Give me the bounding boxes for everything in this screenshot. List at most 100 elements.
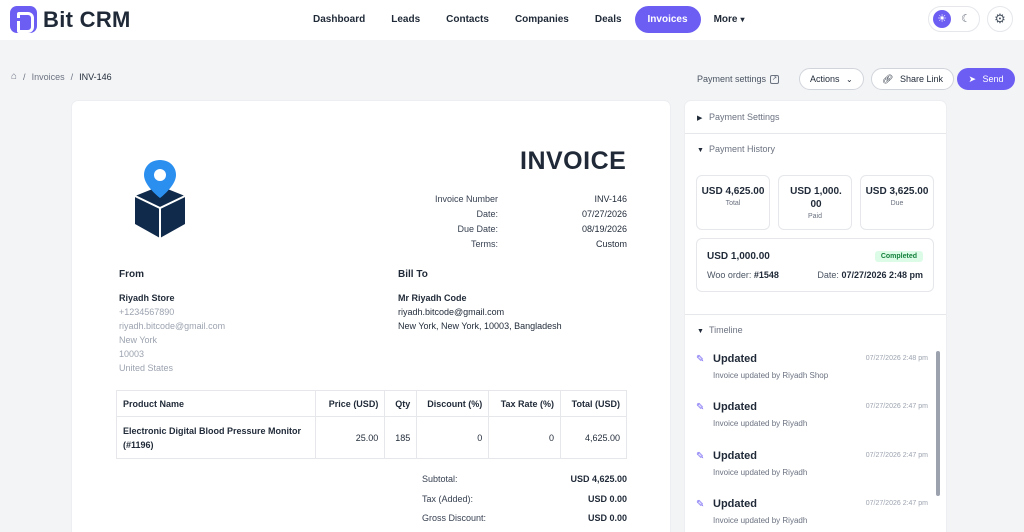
external-link-icon: ↗	[770, 74, 780, 84]
nav-more[interactable]: More ▾	[701, 6, 758, 33]
timeline-item-title: Updated	[713, 401, 757, 413]
stat-paid: USD 1,000.00 Paid	[778, 175, 852, 230]
item-discount: 0	[416, 416, 490, 459]
payment-date: Date: 07/27/2026 2:48 pm	[817, 270, 923, 280]
share-link-button[interactable]: 🔗︎ Share Link	[871, 68, 954, 90]
tax-value: USD 0.00	[587, 493, 627, 504]
side-panel: ▶ Payment Settings ▼ Payment History USD 4…	[685, 101, 946, 532]
breadcrumb-invoices[interactable]: Invoices	[32, 72, 65, 82]
actions-label: Actions	[810, 74, 840, 84]
payment-record: USD 1,000.00 Completed Woo order: #1548 …	[696, 238, 934, 292]
nav-deals[interactable]: Deals	[582, 6, 635, 33]
app-logo[interactable]: Bit CRM	[10, 6, 131, 33]
payment-history-accordion[interactable]: ▼ Payment History	[685, 133, 946, 165]
payment-settings-label: Payment settings	[697, 74, 767, 84]
edit-icon: ✎	[696, 499, 705, 510]
col-product-name: Product Name	[115, 390, 317, 417]
nav-invoices[interactable]: Invoices	[634, 6, 701, 33]
app-name: Bit CRM	[43, 6, 131, 32]
meta-label-terms: Terms:	[471, 239, 498, 249]
from-details: Riyadh Store +1234567890 riyadh.bitcode@…	[119, 291, 225, 375]
timeline-scrollbar[interactable]	[936, 351, 940, 496]
timeline-item-desc: Invoice updated by Riyadh Shop	[713, 371, 829, 380]
subtotal-label: Subtotal:	[422, 474, 458, 484]
item-name: Electronic Digital Blood Pressure Monito…	[123, 425, 302, 436]
col-total: Total (USD)	[560, 390, 627, 417]
payment-order: Woo order: #1548	[707, 270, 779, 280]
invoice-date: 07/27/2026	[581, 209, 627, 219]
timeline-item-desc: Invoice updated by Riyadh	[713, 419, 808, 428]
timeline-item-title: Updated	[713, 498, 757, 510]
item-total: 4,625.00	[560, 416, 627, 459]
moon-icon[interactable]: ☾	[957, 10, 975, 28]
edit-icon: ✎	[696, 451, 705, 462]
caret-down-icon: ▼	[697, 147, 704, 154]
col-qty: Qty	[384, 390, 418, 417]
breadcrumb-current: INV-146	[79, 71, 112, 82]
item-name-cell: Electronic Digital Blood Pressure Monito…	[115, 416, 317, 459]
caret-down-icon: ▼	[697, 328, 704, 335]
col-price: Price (USD)	[315, 390, 386, 417]
invoice-card: INVOICE Invoice Number Date: Due Date: T…	[72, 101, 670, 532]
link-icon: 🔗︎	[882, 74, 894, 84]
from-country: United States	[119, 363, 174, 373]
order-number[interactable]: #1548	[754, 270, 779, 280]
share-link-label: Share Link	[899, 74, 943, 84]
send-button[interactable]: ➤ Send	[957, 68, 1015, 90]
nav-leads[interactable]: Leads	[378, 6, 433, 33]
from-zip: 10003	[119, 349, 145, 359]
timeline-item: ✎ Updated Invoice updated by Riyadh 07/2…	[696, 498, 936, 532]
table-header-row: Product Name Price (USD) Qty Discount (%…	[115, 390, 627, 417]
payment-settings-link[interactable]: Payment settings ↗	[697, 68, 780, 90]
settings-button[interactable]: ⚙	[987, 6, 1013, 32]
stat-due-value: USD 3,625.00	[865, 186, 929, 197]
timeline-item-desc: Invoice updated by Riyadh	[713, 516, 808, 525]
payment-amount: USD 1,000.00	[707, 251, 770, 262]
chevron-down-icon: ⌄	[846, 75, 853, 84]
from-phone: +1234567890	[119, 307, 175, 317]
table-row: Electronic Digital Blood Pressure Monito…	[115, 416, 627, 459]
home-icon[interactable]: ⌂	[11, 71, 17, 82]
timeline-item-title: Updated	[713, 450, 757, 462]
breadcrumb: ⌂ / Invoices / INV-146	[11, 71, 112, 82]
subtotal-value: USD 4,625.00	[570, 474, 627, 484]
timeline-item: ✎ Updated Invoice updated by Riyadh Shop…	[696, 353, 936, 393]
main-nav: Dashboard Leads Contacts Companies Deals…	[300, 6, 757, 33]
invoice-meta-values: INV-146 07/27/2026 08/19/2026 Custom	[562, 192, 627, 252]
bill-to-email: riyadh.bitcode@gmail.com	[398, 307, 505, 317]
timeline-accordion[interactable]: ▼ Timeline	[685, 314, 946, 346]
invoice-title: INVOICE	[520, 147, 627, 175]
item-qty: 185	[384, 416, 418, 459]
nav-contacts[interactable]: Contacts	[433, 6, 502, 33]
invoice-meta-labels: Invoice Number Date: Due Date: Terms:	[382, 192, 498, 252]
caret-right-icon: ▶	[697, 115, 703, 122]
sun-icon[interactable]: ☀	[933, 10, 951, 28]
meta-label-date: Date:	[476, 209, 498, 219]
company-logo-icon	[134, 160, 186, 238]
nav-companies[interactable]: Companies	[502, 6, 582, 33]
payment-history-title: Payment History	[709, 144, 776, 154]
stat-total-value: USD 4,625.00	[701, 186, 765, 197]
payment-settings-accordion[interactable]: ▶ Payment Settings	[685, 101, 946, 133]
from-city: New York	[119, 335, 158, 345]
top-navbar: Bit CRM Dashboard Leads Contacts Compani…	[0, 0, 1024, 40]
chevron-down-icon: ▾	[740, 15, 745, 24]
tax-label: Tax (Added):	[422, 493, 474, 504]
item-sku: (#1196)	[123, 439, 154, 450]
invoice-items-table: Product Name Price (USD) Qty Discount (%…	[115, 390, 627, 459]
date-label: Date:	[817, 270, 839, 280]
timeline-item-time: 07/27/2026 2:47 pm	[865, 452, 928, 459]
invoice-terms: Custom	[595, 239, 627, 249]
actions-dropdown[interactable]: Actions ⌄	[799, 68, 864, 90]
nav-dashboard[interactable]: Dashboard	[300, 6, 378, 33]
gross-discount-value: USD 0.00	[587, 513, 627, 523]
logo-mark-icon	[10, 6, 37, 33]
send-label: Send	[982, 74, 1004, 84]
theme-toggle[interactable]: ☀ ☾	[928, 6, 980, 32]
bill-to-heading: Bill To	[398, 269, 428, 280]
bill-to-details: Mr Riyadh Code riyadh.bitcode@gmail.com …	[398, 291, 562, 333]
timeline-item-title: Updated	[713, 353, 757, 365]
timeline-item-time: 07/27/2026 2:47 pm	[865, 500, 928, 507]
breadcrumb-separator: /	[70, 71, 74, 82]
status-badge: Completed	[874, 251, 923, 262]
